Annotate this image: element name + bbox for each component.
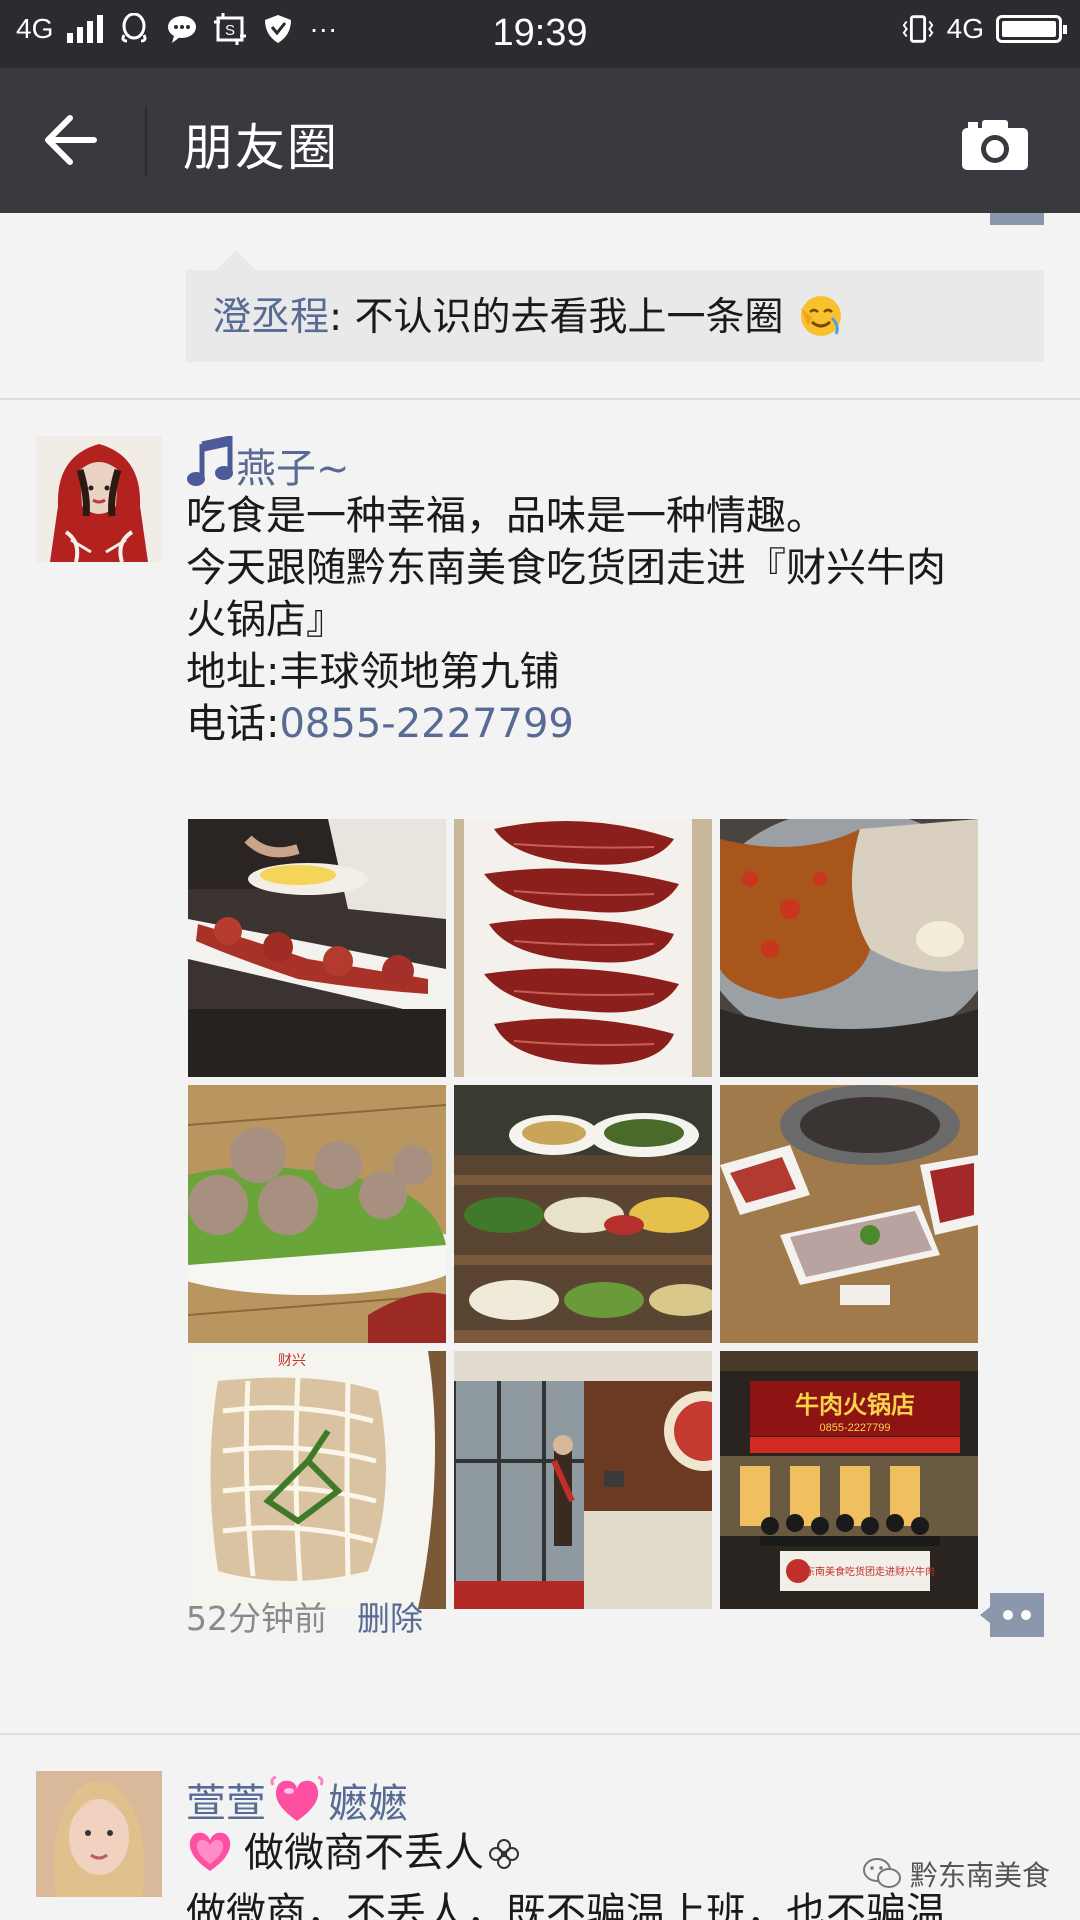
more-actions-icon <box>980 1593 1044 1637</box>
vibrate-icon <box>901 12 935 46</box>
page-title: 朋友圈 <box>183 119 339 177</box>
post-author-name-part: 萱萱 <box>186 1781 266 1827</box>
photo-thumbnail[interactable] <box>454 819 712 1077</box>
photo-thumbnail[interactable] <box>454 1351 712 1609</box>
photo-grid: 财兴 牛肉火锅店 0855-2227799 黔东南美食吃货团走进财兴牛肉 <box>188 819 978 1609</box>
post-text-line: 地址:丰球领地第九铺 <box>186 649 560 695</box>
title-bar: 朋友圈 <box>0 68 1080 213</box>
post-text: 吃食是一种幸福，品味是一种情趣。 今天跟随黔东南美食吃货团走进『财兴牛肉 火锅店… <box>186 490 1046 750</box>
facepalm-emoji-icon <box>798 292 844 348</box>
comment-item[interactable]: 澄丞程: 不认识的去看我上一条圈 <box>186 250 1044 362</box>
comment-author[interactable]: 澄丞程 <box>212 295 329 340</box>
battery-icon <box>996 15 1067 43</box>
photo-thumbnail[interactable]: 财兴 <box>188 1351 446 1609</box>
previous-post-tail: 澄丞程: 不认识的去看我上一条圈 <box>0 213 1080 398</box>
post-text-line: 今天跟随黔东南美食吃货团走进『财兴牛肉 <box>186 545 946 591</box>
avatar[interactable] <box>36 436 162 562</box>
back-arrow-icon <box>45 115 97 165</box>
shop-sign-phone: 0855-2227799 <box>820 1422 891 1434</box>
network-type-right: 4G <box>946 13 984 44</box>
camera-icon <box>962 120 1028 170</box>
photo-thumbnail[interactable] <box>720 819 978 1077</box>
phone-label: 电话: <box>186 701 280 747</box>
status-bar: 4G S ··· 19:39 4G <box>0 0 1080 68</box>
delete-link[interactable]: 删除 <box>357 1599 423 1638</box>
post-text-line: 火锅店』 <box>186 597 346 643</box>
post-text-content: 做微商不丢人 <box>244 1830 484 1876</box>
watermark-text: 黔东南美食 <box>909 1859 1050 1892</box>
photo-thumbnail[interactable]: 牛肉火锅店 0855-2227799 黔东南美食吃货团走进财兴牛肉 <box>720 1351 978 1609</box>
music-note-icon <box>186 434 236 498</box>
moments-feed[interactable]: 澄丞程: 不认识的去看我上一条圈 燕子~ 吃食是一种幸福，品味是一种情趣。 今天… <box>0 213 1080 1920</box>
camera-button[interactable] <box>960 116 1030 172</box>
post-author-name: 燕子~ <box>236 446 350 492</box>
avatar[interactable] <box>36 1771 162 1897</box>
wechat-icon <box>862 1858 901 1888</box>
phone-link[interactable]: 0855-2227799 <box>279 701 573 747</box>
flower-icon <box>488 1831 520 1883</box>
shop-sign-name: 牛肉火锅店 <box>795 1390 915 1419</box>
post-meta: 52分钟前 删除 <box>186 1592 423 1640</box>
photo-thumbnail[interactable] <box>188 1085 446 1343</box>
comment-text: : 不认识的去看我上一条圈 <box>329 295 784 340</box>
photo-thumbnail[interactable] <box>454 1085 712 1343</box>
group-banner: 黔东南美食吃货团走进财兴牛肉 <box>795 1565 935 1578</box>
comment-like-button[interactable] <box>980 1593 1044 1637</box>
moment-post: 燕子~ 吃食是一种幸福，品味是一种情趣。 今天跟随黔东南美食吃货团走进『财兴牛肉… <box>0 400 1080 1705</box>
photo-thumbnail[interactable] <box>720 1085 978 1343</box>
previous-post-action-button[interactable] <box>990 213 1044 225</box>
watermark: 黔东南美食 <box>862 1854 1050 1894</box>
photo-thumbnail[interactable] <box>188 819 446 1077</box>
post-text-line: 吃食是一种幸福，品味是一种情趣。 <box>186 493 826 539</box>
pink-heart-icon <box>186 1828 234 1887</box>
post-author[interactable]: 燕子~ <box>186 434 350 498</box>
post-phone-line: 电话:0855-2227799 <box>186 698 1046 750</box>
status-right: 4G <box>901 12 1067 46</box>
back-button[interactable] <box>40 108 110 172</box>
plate-brand: 财兴 <box>278 1353 306 1369</box>
post-time: 52分钟前 <box>186 1599 327 1638</box>
title-divider <box>145 106 147 176</box>
post-author[interactable]: 萱萱 嬷嬷 <box>186 1771 408 1835</box>
post-author-name-part: 嬷嬷 <box>328 1781 408 1827</box>
pink-heart-icon <box>270 1775 324 1835</box>
